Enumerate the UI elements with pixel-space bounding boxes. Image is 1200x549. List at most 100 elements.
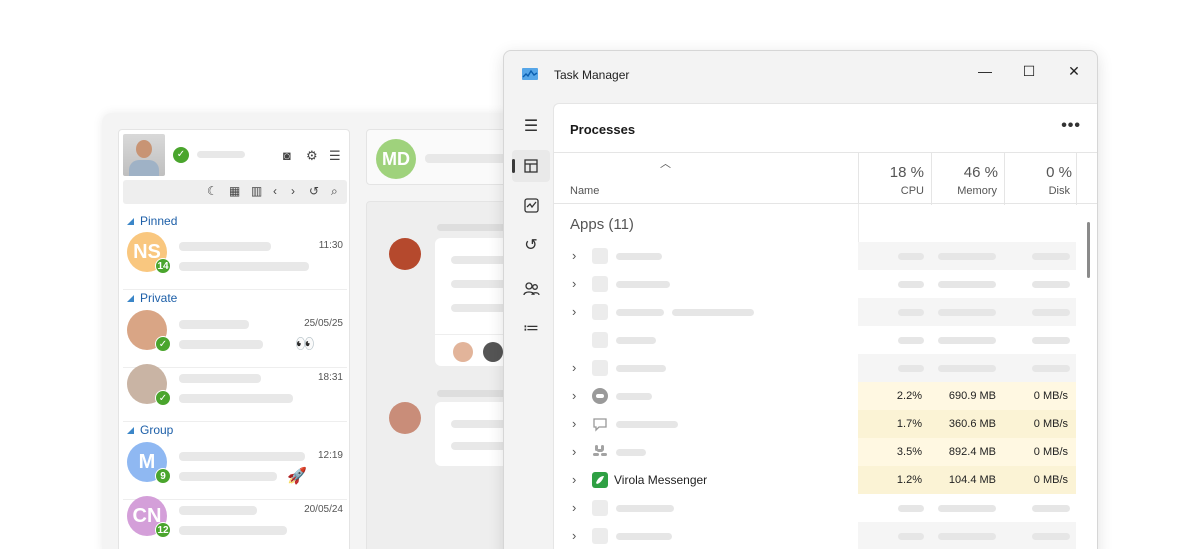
history-icon[interactable]: ↺ <box>309 184 319 198</box>
cpu-value: 1.2% <box>896 474 922 486</box>
chat-preview-placeholder <box>179 472 277 481</box>
search-icon[interactable]: ⌕ <box>331 184 338 199</box>
app-history-nav-icon[interactable]: ↺ <box>512 230 550 262</box>
performance-nav-icon[interactable] <box>512 190 550 222</box>
expand-chevron-icon[interactable]: › <box>572 276 576 291</box>
chat-toolbar: ☾ ▦ ▥ ‹ › ↺ ⌕ <box>123 180 347 204</box>
chat-name-placeholder <box>179 320 249 329</box>
expand-chevron-icon[interactable]: › <box>572 248 576 263</box>
chat-bubble-icon <box>592 416 608 432</box>
process-row[interactable]: › Virola Messenger 1.2% 104.4 MB 0 MB/s <box>554 466 1076 494</box>
process-name-placeholder <box>616 449 646 456</box>
process-row[interactable]: › <box>554 242 1076 270</box>
cpu-value: 3.5% <box>896 446 922 458</box>
expand-chevron-icon[interactable]: › <box>572 444 576 459</box>
chat-time: 11:30 <box>318 240 343 251</box>
unread-badge: 9 <box>155 468 171 484</box>
process-name-placeholder <box>672 309 754 316</box>
expand-chevron-icon[interactable]: › <box>572 416 576 431</box>
chat-item[interactable]: NS 14 11:30 <box>123 228 347 290</box>
cpu-placeholder <box>898 365 924 372</box>
moon-icon[interactable]: ☾ <box>207 184 218 198</box>
sort-ascending-icon: ︿ <box>660 158 671 170</box>
expand-chevron-icon[interactable]: › <box>572 360 576 375</box>
processes-nav-icon[interactable] <box>512 150 550 182</box>
camera-icon[interactable]: ◙ <box>283 148 291 163</box>
memory-placeholder <box>938 365 996 372</box>
process-row[interactable]: › <box>554 270 1076 298</box>
read-badge: ✓ <box>155 390 171 406</box>
section-group[interactable]: Group <box>127 423 173 437</box>
memory-percent[interactable]: 46 % <box>926 164 998 181</box>
memory-value: 104.4 MB <box>948 474 996 486</box>
discord-icon <box>592 388 608 404</box>
cpu-percent[interactable]: 18 % <box>852 164 924 181</box>
process-row[interactable]: › <box>554 298 1076 326</box>
column-disk[interactable]: Disk <box>998 185 1070 197</box>
expand-chevron-icon[interactable]: › <box>572 500 576 515</box>
process-name-placeholder <box>616 253 662 260</box>
menu-icon[interactable]: ☰ <box>329 148 341 164</box>
eyes-emoji: 👀 <box>295 336 315 353</box>
disk-percent[interactable]: 0 % <box>1000 164 1072 181</box>
expand-chevron-icon[interactable]: › <box>572 528 576 543</box>
gear-icon[interactable]: ⚙ <box>306 148 318 164</box>
vertical-scrollbar[interactable] <box>1087 222 1090 278</box>
app-icon <box>592 528 608 544</box>
panel-title: Processes <box>570 122 636 137</box>
chat-item[interactable]: ✓ 👀 25/05/25 <box>123 306 347 368</box>
my-avatar[interactable] <box>123 134 165 176</box>
disk-placeholder <box>1032 281 1070 288</box>
sender-avatar[interactable] <box>389 402 421 434</box>
chat-item[interactable]: CN 12 20/05/24 <box>123 492 347 549</box>
chat-item[interactable]: M 9 🚀 12:19 <box>123 438 347 500</box>
hamburger-menu-icon[interactable]: ☰ <box>512 111 550 143</box>
expand-chevron-icon[interactable]: › <box>572 388 576 403</box>
chat-name-placeholder <box>179 452 305 461</box>
cpu-placeholder <box>898 281 924 288</box>
app-icon <box>592 276 608 292</box>
expand-chevron-icon[interactable]: › <box>572 472 576 487</box>
process-row[interactable]: › <box>554 522 1076 549</box>
column-cpu[interactable]: CPU <box>852 185 924 197</box>
column-memory[interactable]: Memory <box>925 185 997 197</box>
rocket-emoji: 🚀 <box>287 468 307 485</box>
process-name-placeholder <box>616 393 652 400</box>
app-icon <box>592 332 608 348</box>
sender-avatar[interactable] <box>389 238 421 270</box>
expand-chevron-icon[interactable]: › <box>572 304 576 319</box>
disk-placeholder <box>1032 309 1070 316</box>
process-row[interactable]: › 3.5% 892.4 MB 0 MB/s <box>554 438 1076 466</box>
chat-preview-placeholder <box>179 340 263 349</box>
more-options-icon[interactable]: ••• <box>1061 117 1081 135</box>
cpu-value: 2.2% <box>896 390 922 402</box>
chat-item[interactable]: ✓ 18:31 <box>123 360 347 422</box>
cpu-placeholder <box>898 309 924 316</box>
process-name-placeholder <box>616 337 656 344</box>
process-row[interactable]: › 2.2% 690.9 MB 0 MB/s <box>554 382 1076 410</box>
disk-value: 0 MB/s <box>1033 390 1068 402</box>
task-manager-window: Task Manager — ☐ ✕ ☰ ↺ ≔ Processes ••• ︿… <box>503 50 1098 549</box>
close-button[interactable]: ✕ <box>1051 57 1097 85</box>
window-title: Task Manager <box>554 68 630 82</box>
section-pinned[interactable]: Pinned <box>127 214 177 228</box>
memory-value: 360.6 MB <box>948 418 996 430</box>
chevron-right-icon[interactable]: › <box>291 184 295 198</box>
calendar-icon[interactable]: ▦ <box>229 184 240 198</box>
details-nav-icon[interactable]: ≔ <box>512 313 550 345</box>
process-row[interactable]: › 1.7% 360.6 MB 0 MB/s <box>554 410 1076 438</box>
barcode-icon[interactable]: ▥ <box>251 184 262 198</box>
users-nav-icon[interactable] <box>512 273 550 305</box>
process-row[interactable]: › <box>554 494 1076 522</box>
process-row[interactable]: › <box>554 354 1076 382</box>
section-private[interactable]: Private <box>127 291 177 305</box>
minimize-button[interactable]: — <box>962 57 1008 85</box>
process-name-placeholder <box>616 309 664 316</box>
maximize-button[interactable]: ☐ <box>1006 57 1052 85</box>
process-row[interactable] <box>554 326 1076 354</box>
conversation-avatar[interactable]: MD <box>376 139 416 179</box>
column-name[interactable]: Name <box>570 185 599 197</box>
chevron-left-icon[interactable]: ‹ <box>273 184 277 198</box>
processes-icon <box>524 159 538 173</box>
reader-avatar <box>453 342 473 362</box>
